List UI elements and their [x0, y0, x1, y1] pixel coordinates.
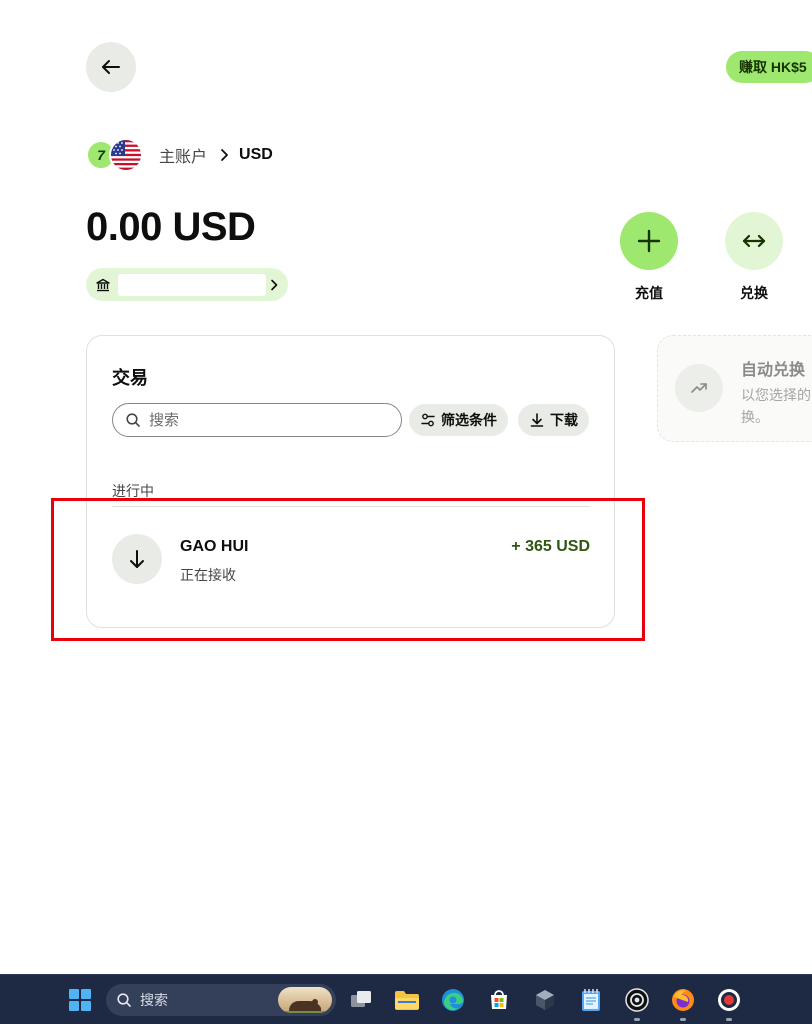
chevron-right-icon — [271, 279, 278, 290]
redacted-bank-details — [118, 273, 266, 296]
bank-details-chip[interactable] — [86, 268, 288, 301]
download-button[interactable]: 下载 — [518, 404, 589, 436]
transactions-card: 交易 筛选条件 下载 进行中 GAO HUI 正在接收 + 365 USD — [86, 335, 615, 628]
breadcrumb-account-link[interactable]: 主账户 — [159, 143, 207, 167]
transaction-counterparty: GAO HUI — [180, 538, 249, 555]
screen-recorder-icon[interactable] — [714, 985, 744, 1021]
convert-arrows-icon — [725, 212, 783, 270]
filter-button[interactable]: 筛选条件 — [409, 404, 508, 436]
running-indicator — [680, 1018, 686, 1021]
transactions-title: 交易 — [112, 368, 148, 388]
windows-start-icon[interactable] — [65, 985, 95, 1015]
section-divider — [112, 506, 590, 507]
transactions-search-box[interactable] — [112, 403, 402, 437]
auto-convert-description: 以您选择的 换。 — [741, 387, 811, 425]
search-highlight-image — [278, 987, 332, 1013]
taskbar-search-placeholder: 搜索 — [140, 992, 168, 1008]
microsoft-store-icon[interactable] — [484, 985, 514, 1015]
convert-button[interactable]: 兑换 — [725, 212, 783, 303]
bank-icon — [96, 278, 110, 291]
search-icon — [117, 993, 131, 1007]
running-indicator — [726, 1018, 732, 1021]
us-flag-icon — [109, 138, 143, 172]
back-button[interactable] — [86, 42, 136, 92]
transaction-row[interactable]: GAO HUI 正在接收 + 365 USD — [112, 533, 590, 585]
auto-convert-title: 自动兑换 — [741, 362, 806, 379]
camera-app-icon[interactable] — [622, 985, 652, 1021]
download-icon — [530, 413, 544, 427]
auto-convert-card[interactable]: 自动兑换 以您选择的 换。 — [657, 335, 812, 442]
taskbar-search-box[interactable]: 搜索 — [106, 984, 336, 1016]
trending-up-icon — [675, 364, 723, 412]
filter-label: 筛选条件 — [441, 412, 497, 428]
arrow-left-icon — [102, 60, 120, 74]
in-progress-section-label: 进行中 — [112, 483, 154, 499]
search-input[interactable] — [149, 411, 379, 429]
arrow-down-icon — [112, 534, 162, 584]
firefox-icon[interactable] — [668, 985, 698, 1021]
breadcrumb-current: USD — [239, 146, 273, 163]
running-indicator — [634, 1018, 640, 1021]
earn-reward-badge[interactable]: 赚取 HK$5 — [726, 51, 812, 83]
breadcrumb: 7 主账户 USD — [86, 137, 273, 173]
transaction-amount: + 365 USD — [511, 538, 590, 555]
convert-label: 兑换 — [740, 285, 768, 301]
balance-amount: 0.00 USD — [86, 205, 256, 249]
edge-browser-icon[interactable] — [438, 985, 468, 1015]
filter-sliders-icon — [421, 413, 435, 427]
notepad-icon[interactable] — [576, 985, 606, 1015]
plus-icon — [620, 212, 678, 270]
topup-label: 充值 — [635, 285, 663, 301]
search-icon — [126, 413, 140, 427]
cube-app-icon[interactable] — [530, 985, 560, 1015]
chevron-right-icon — [219, 148, 229, 162]
file-explorer-icon[interactable] — [392, 985, 422, 1015]
download-label: 下载 — [550, 412, 578, 428]
topup-button[interactable]: 充值 — [620, 212, 678, 303]
taskbar: 搜索 — [0, 974, 812, 1024]
transaction-status: 正在接收 — [180, 567, 236, 583]
task-view-icon[interactable] — [346, 985, 376, 1015]
